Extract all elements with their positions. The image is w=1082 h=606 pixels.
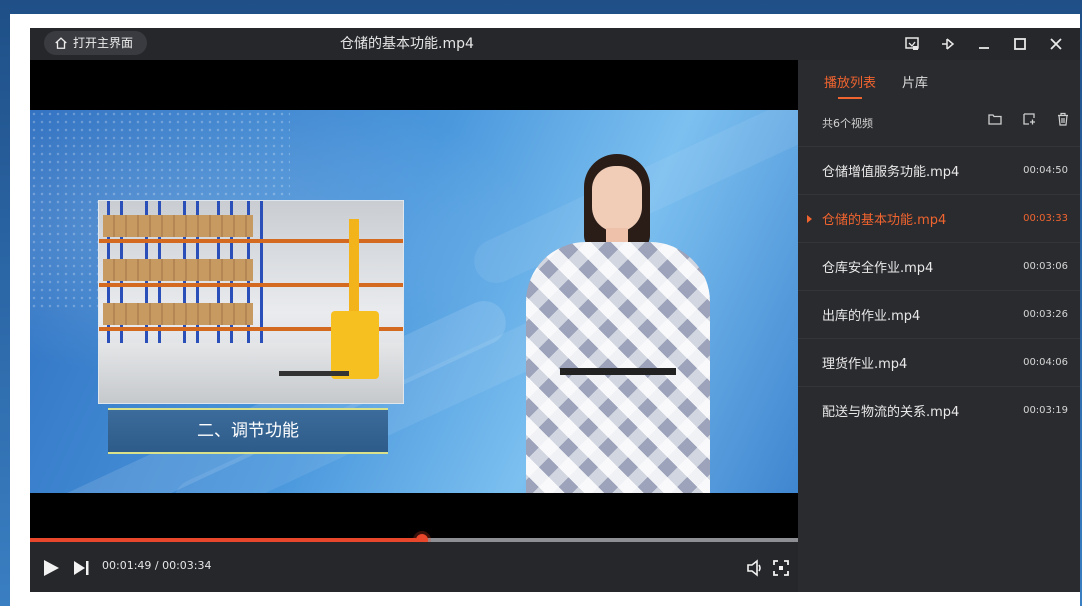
playlist: 仓储增值服务功能.mp4 00:04:50 仓储的基本功能.mp4 00:03:… [798,146,1080,434]
open-main-interface-button[interactable]: 打开主界面 [44,31,148,55]
open-folder-icon[interactable] [986,110,1004,128]
video-name: 理货作业.mp4 [822,357,908,372]
play-icon [44,560,59,576]
play-button[interactable] [40,557,62,579]
pin-icon[interactable] [932,28,964,60]
skip-next-icon [74,561,89,575]
video-duration: 00:03:33 [1023,213,1068,224]
tab-playlist[interactable]: 播放列表 [824,72,876,99]
fullscreen-icon [773,560,789,576]
next-button[interactable] [70,557,92,579]
playlist-tabs: 播放列表 片库 [824,72,928,99]
video-frame: 二、调节功能 [30,110,798,493]
list-item[interactable]: 配送与物流的关系.mp4 00:03:19 [798,386,1080,434]
video-name: 仓储增值服务功能.mp4 [822,165,960,180]
maximize-icon[interactable] [1004,28,1036,60]
list-item[interactable]: 理货作业.mp4 00:04:06 [798,338,1080,386]
volume-icon [747,559,761,577]
title-bar: 打开主界面 仓储的基本功能.mp4 [30,28,1080,60]
minimize-icon[interactable] [968,28,1000,60]
video-duration: 00:03:26 [1023,309,1068,320]
video-name: 出库的作业.mp4 [822,309,921,324]
playlist-panel: 播放列表 片库 共6个视频 仓储增值服务功能.mp4 00:04:50 仓储的基… [798,60,1080,592]
list-item[interactable]: 出库的作业.mp4 00:03:26 [798,290,1080,338]
video-name: 配送与物流的关系.mp4 [822,405,960,420]
video-duration: 00:03:06 [1023,261,1068,272]
video-name: 仓储的基本功能.mp4 [822,213,947,228]
close-icon[interactable] [1040,28,1072,60]
window-controls [896,28,1072,60]
playing-indicator-icon [807,215,812,223]
video-duration: 00:04:06 [1023,357,1068,368]
video-player-window: 打开主界面 仓储的基本功能.mp4 二、调节功能 00:01:49 / 00:0… [30,28,1080,592]
delete-icon[interactable] [1054,110,1072,128]
home-button-label: 打开主界面 [73,36,134,50]
video-count: 共6个视频 [822,117,873,130]
playback-time: 00:01:49 / 00:03:34 [102,559,212,572]
list-item-playing[interactable]: 仓储的基本功能.mp4 00:03:33 [798,194,1080,242]
warehouse-image [98,200,404,404]
video-duration: 00:04:50 [1023,165,1068,176]
playlist-tools [986,110,1072,128]
volume-button[interactable] [744,557,766,579]
list-item[interactable]: 仓库安全作业.mp4 00:03:06 [798,242,1080,290]
fullscreen-button[interactable] [770,557,792,579]
video-title: 仓储的基本功能.mp4 [340,36,474,52]
slide-caption: 二、调节功能 [108,408,388,454]
home-icon [55,37,67,49]
tab-library[interactable]: 片库 [902,72,928,99]
video-canvas[interactable]: 二、调节功能 [30,60,798,538]
video-duration: 00:03:19 [1023,405,1068,416]
screenshot-icon[interactable] [896,28,928,60]
presenter [516,154,716,493]
playback-controls: 00:01:49 / 00:03:34 [30,542,798,592]
add-file-icon[interactable] [1020,110,1038,128]
list-item[interactable]: 仓储增值服务功能.mp4 00:04:50 [798,146,1080,194]
video-name: 仓库安全作业.mp4 [822,261,934,276]
